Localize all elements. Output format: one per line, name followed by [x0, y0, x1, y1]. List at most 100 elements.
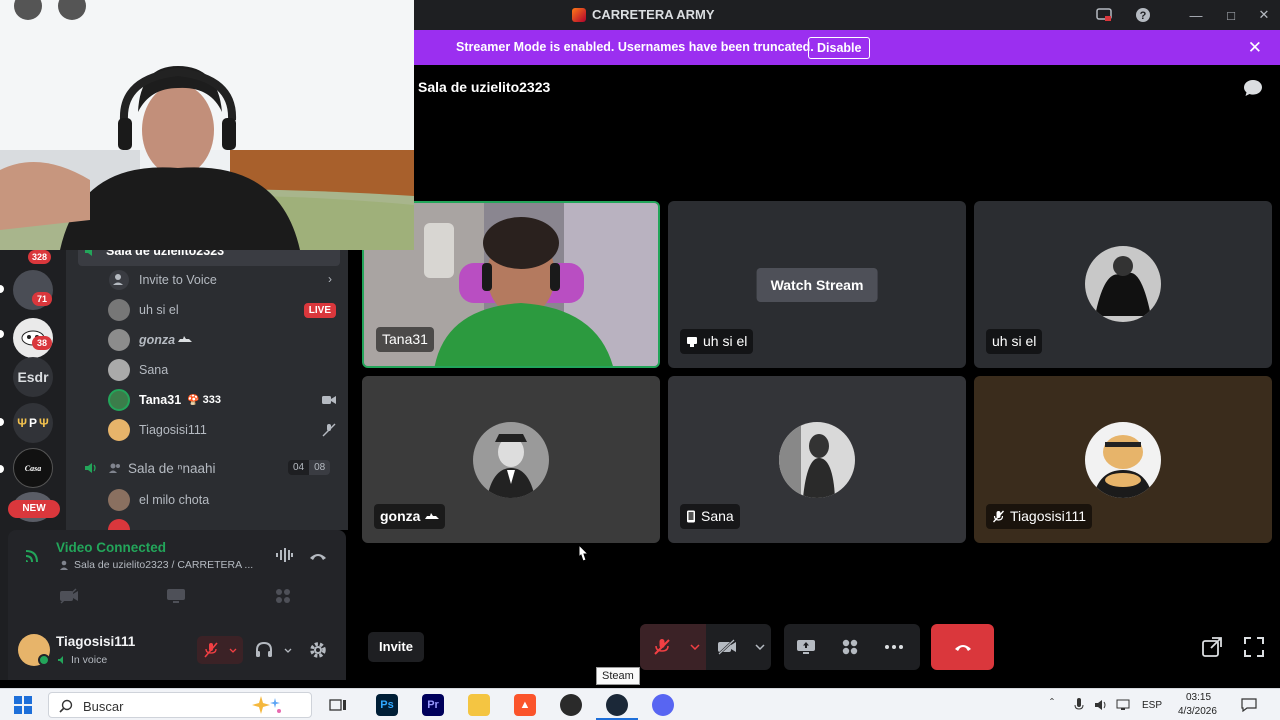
current-user-name[interactable]: Tiagosisi111 [56, 634, 135, 649]
help-icon[interactable]: ? [1133, 5, 1153, 25]
speaker-icon [85, 250, 92, 256]
pop-out-icon[interactable] [1201, 636, 1223, 658]
headphones-icon[interactable] [255, 642, 273, 658]
member-name: el milo chota [139, 493, 210, 507]
avatar [108, 489, 130, 511]
video-tile-sana[interactable]: Sana [668, 376, 966, 543]
voice-member-row[interactable] [108, 515, 348, 530]
mute-mic-button[interactable] [640, 624, 684, 670]
settings-gear-icon[interactable] [309, 641, 327, 659]
webcam-overlay [0, 0, 414, 250]
camera-options-button[interactable] [749, 624, 771, 670]
fullscreen-icon[interactable] [1243, 636, 1265, 658]
close-banner-icon[interactable]: ✕ [1248, 38, 1262, 58]
maximize-icon[interactable]: □ [1221, 5, 1241, 25]
input-language[interactable]: ESP [1142, 700, 1162, 711]
voice-room-title: Sala de uzielito2323 [418, 79, 551, 95]
avatar [108, 419, 130, 441]
screen-share-icon [687, 336, 697, 347]
sparkle-icon [252, 696, 281, 714]
avatar [779, 422, 855, 498]
chevron-down-icon[interactable] [284, 648, 292, 653]
screen-share-icon [797, 640, 815, 654]
participant-name: Tana31 [382, 331, 428, 347]
channel-name: Sala de uzielito2323 [106, 250, 225, 258]
window-title: CARRETERA ARMY [572, 7, 715, 22]
more-options-button[interactable] [872, 624, 916, 670]
participant-name-tag: Sana [680, 504, 740, 529]
video-tile-tiagosisi111[interactable]: Tiagosisi111 [974, 376, 1272, 543]
chat-bubble-icon[interactable] [1243, 79, 1263, 97]
user-limit-counter: 04 08 [288, 460, 331, 475]
camera-button[interactable] [706, 624, 750, 670]
premiere-pro-icon[interactable]: Pr [422, 694, 444, 716]
activities-button[interactable] [828, 624, 872, 670]
activities-icon[interactable] [274, 587, 292, 605]
member-tag: 333 [202, 394, 221, 406]
mic-options-button[interactable] [683, 624, 706, 670]
watch-stream-button[interactable]: Watch Stream [756, 267, 878, 302]
share-screen-button[interactable] [784, 624, 828, 670]
server-indicator [0, 285, 4, 293]
voice-member-row[interactable]: uh si el LIVE [108, 295, 348, 325]
voice-member-row[interactable]: el milo chota [108, 485, 348, 515]
voice-member-row[interactable]: Sana [108, 355, 348, 385]
video-tile-uh-si-el[interactable]: uh si el [974, 201, 1272, 368]
chevron-up-icon[interactable]: ˆ [1050, 696, 1054, 710]
voice-member-row[interactable]: Tana31 🍄 333 [108, 385, 348, 415]
steam-icon[interactable] [606, 694, 628, 716]
taskbar-search[interactable]: Buscar [48, 692, 312, 718]
mobile-phone-icon [687, 510, 695, 523]
noise-suppression-icon[interactable] [275, 547, 293, 563]
server-icon-esdr[interactable]: Esdr [13, 357, 53, 397]
volume-icon[interactable] [1094, 699, 1108, 711]
video-tile-gonza[interactable]: gonza [362, 376, 660, 543]
server-icon-p[interactable]: ΨPΨ [13, 403, 53, 443]
invite-to-voice-row[interactable]: Invite to Voice › [108, 265, 348, 295]
invite-button[interactable]: Invite [368, 632, 424, 662]
microphone-icon[interactable] [1074, 698, 1084, 712]
connection-status[interactable]: Video Connected [56, 540, 166, 555]
discord-icon[interactable] [652, 694, 674, 716]
disconnect-icon[interactable] [308, 551, 328, 561]
close-window-icon[interactable]: ✕ [1254, 5, 1274, 25]
server-icon[interactable]: Casa [13, 448, 53, 488]
inbox-icon[interactable] [1094, 5, 1114, 25]
user-count: 04 [288, 460, 310, 475]
avatar [108, 329, 130, 351]
obs-icon[interactable] [560, 694, 582, 716]
disable-streamer-mode-button[interactable]: Disable [808, 37, 871, 59]
minimize-icon[interactable]: — [1186, 5, 1206, 25]
connection-location[interactable]: Sala de uzielito2323 / CARRETERA ... [74, 559, 264, 571]
participant-name: Tiagosisi111 [1010, 508, 1087, 524]
airplane-emoji-icon [425, 512, 440, 519]
avatar [473, 422, 549, 498]
network-icon[interactable] [1116, 699, 1132, 711]
add-user-icon [109, 270, 129, 290]
voice-channel-row[interactable]: Sala de ⁿnaahi 04 08 [78, 453, 340, 483]
voice-member-row[interactable]: Tiagosisi111 [108, 415, 348, 445]
unread-badge: 328 [28, 250, 52, 264]
clock-time[interactable]: 03:15 [1186, 692, 1211, 703]
notification-icon[interactable] [1241, 698, 1257, 712]
task-view-icon[interactable] [329, 697, 347, 713]
voice-channel-current[interactable]: Sala de uzielito2323 [78, 250, 340, 266]
mute-toggle-button[interactable] [197, 636, 243, 664]
clock-date[interactable]: 4/3/2026 [1178, 706, 1217, 717]
file-explorer-icon[interactable] [468, 694, 490, 716]
channel-list: Sala de uzielito2323 Invite to Voice › u… [66, 250, 348, 530]
video-tile-stream[interactable]: Watch Stream uh si el [668, 201, 966, 368]
camera-off-icon[interactable] [59, 588, 79, 604]
participant-name: gonza [380, 508, 421, 524]
voice-member-row[interactable]: gonza [108, 325, 348, 355]
avatar [108, 299, 130, 321]
screen-share-icon[interactable] [166, 588, 186, 604]
signal-icon [25, 550, 38, 563]
server-logo-icon [572, 7, 586, 22]
mouse-cursor-icon [578, 543, 589, 562]
disconnect-button[interactable] [931, 624, 994, 670]
photoshop-icon[interactable]: Ps [376, 694, 398, 716]
brave-browser-icon[interactable]: ▲ [514, 694, 536, 716]
windows-start-icon[interactable] [14, 696, 32, 714]
streamer-mode-banner: Streamer Mode is enabled. Usernames have… [414, 30, 1280, 65]
